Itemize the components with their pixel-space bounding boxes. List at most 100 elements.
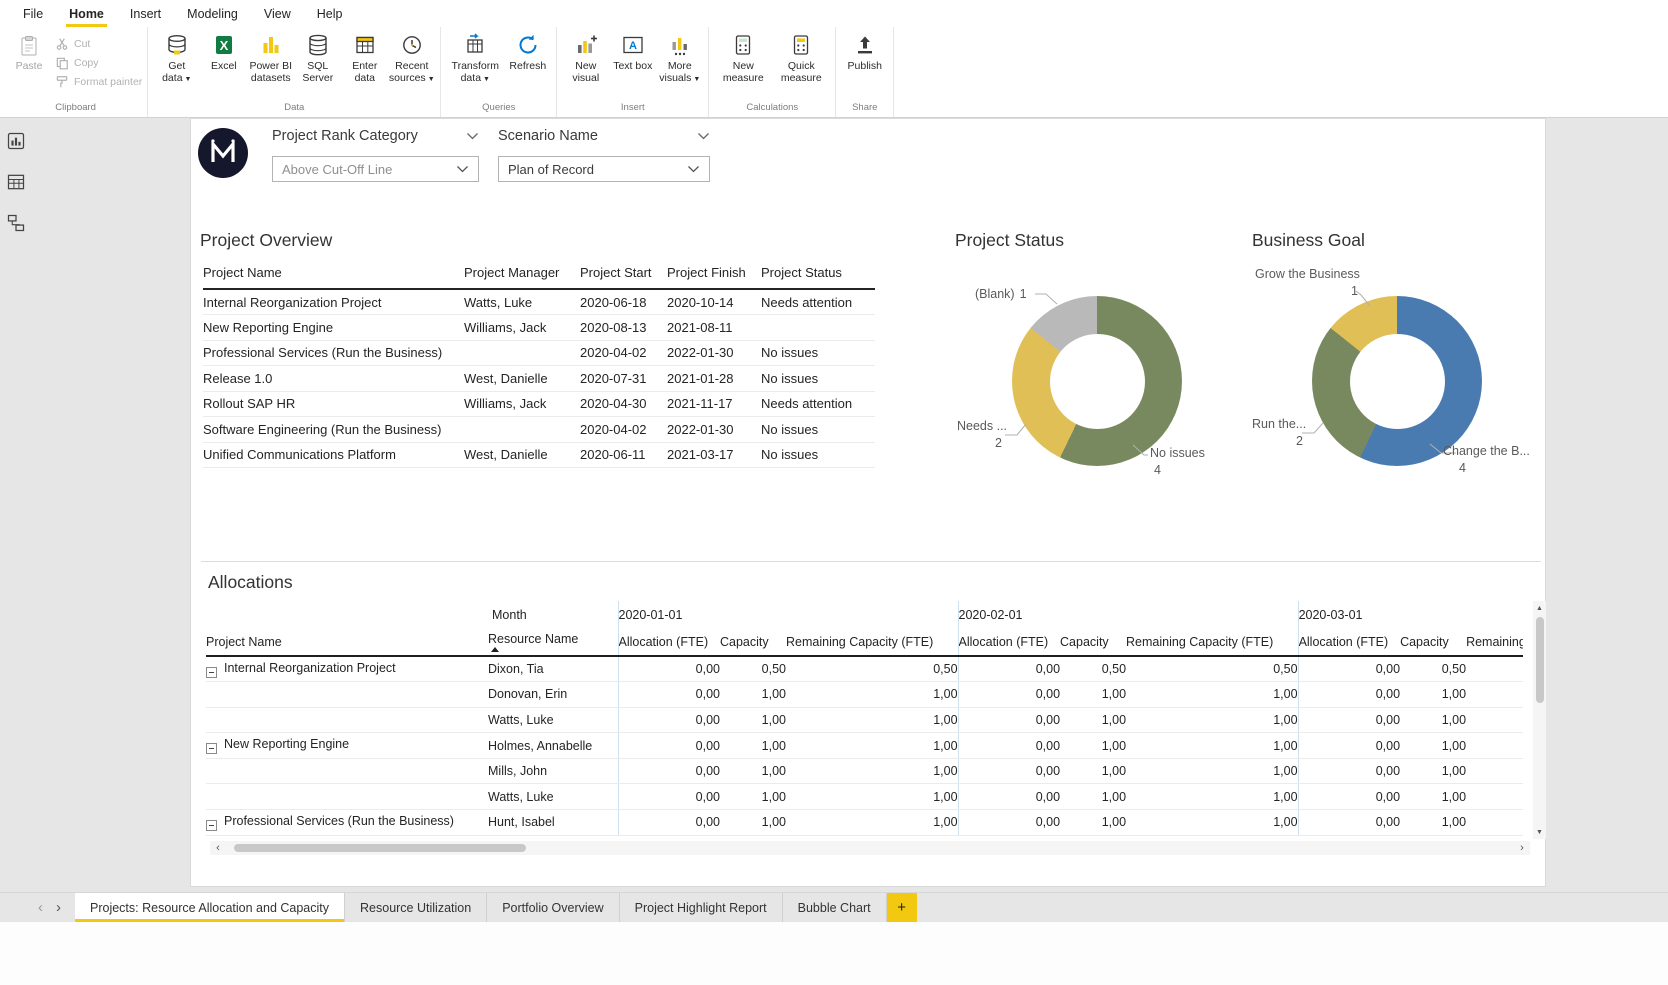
report-view-button[interactable]: [5, 130, 27, 152]
recent-sources-button[interactable]: Recent sources▼: [388, 30, 435, 85]
excel-button[interactable]: X Excel: [200, 30, 247, 73]
recent-sources-label: Recent sources▼: [388, 61, 435, 85]
previous-page-icon[interactable]: ‹: [38, 899, 43, 916]
new-measure-button[interactable]: New measure: [714, 30, 772, 84]
tab-projects-resource-allocation[interactable]: Projects: Resource Allocation and Capaci…: [75, 893, 345, 922]
business-goal-title: Business Goal: [1252, 229, 1365, 251]
copy-button: Copy: [55, 56, 142, 70]
refresh-button[interactable]: Refresh: [504, 30, 551, 73]
ribbon-group-data: Get data▼ X Excel Power BI datasets: [148, 27, 441, 117]
group-label-insert: Insert: [562, 102, 703, 117]
table-row[interactable]: New Reporting EngineWilliams, Jack2020-0…: [203, 315, 875, 341]
dropdown-caret-icon: ▼: [483, 76, 490, 83]
scrollbar-thumb[interactable]: [234, 844, 526, 852]
month-group-header: 2020-02-01: [958, 601, 1298, 628]
column-header[interactable]: Remaining Capacity (FTE): [1126, 628, 1298, 656]
data-view-button[interactable]: [5, 171, 27, 193]
excel-icon: X: [211, 32, 237, 58]
svg-text:X: X: [219, 38, 228, 53]
enter-data-button[interactable]: Enter data: [341, 30, 388, 84]
column-header[interactable]: Project Status: [761, 257, 875, 289]
business-goal-donut[interactable]: [1312, 296, 1482, 466]
matrix-row[interactable]: Watts, Luke 0,001,001,00 0,001,001,00 0,…: [206, 707, 1523, 733]
scrollbar-thumb[interactable]: [1536, 617, 1544, 703]
menu-help[interactable]: Help: [304, 0, 356, 27]
tab-project-highlight-report[interactable]: Project Highlight Report: [620, 893, 783, 922]
table-row[interactable]: Unified Communications PlatformWest, Dan…: [203, 442, 875, 468]
month-group-header: 2020-03-01: [1298, 601, 1523, 628]
collapse-icon[interactable]: [206, 667, 217, 678]
tab-portfolio-overview[interactable]: Portfolio Overview: [487, 893, 619, 922]
column-header[interactable]: Remaining Capacity (FTE): [786, 628, 958, 656]
menu-modeling[interactable]: Modeling: [174, 0, 251, 27]
scroll-right-icon[interactable]: ›: [1514, 842, 1530, 854]
column-header-sorted[interactable]: Resource Name: [488, 628, 618, 656]
transform-data-button[interactable]: Transform data▼: [446, 30, 504, 85]
slicer-title-project-rank: Project Rank Category: [272, 126, 479, 146]
workspace: Project Rank Category Above Cut-Off Line…: [0, 118, 1668, 892]
column-header[interactable]: Project Manager: [464, 257, 580, 289]
new-visual-label: New visual: [562, 61, 609, 84]
menu-insert[interactable]: Insert: [117, 0, 174, 27]
copy-label: Copy: [74, 57, 99, 69]
chevron-down-icon[interactable]: [697, 132, 710, 140]
project-status-donut[interactable]: [1012, 296, 1182, 466]
column-header[interactable]: Allocation (FTE): [1298, 628, 1400, 656]
excel-label: Excel: [211, 61, 237, 73]
slicer-dropdown-scenario[interactable]: Plan of Record: [498, 156, 710, 182]
publish-button[interactable]: Publish: [841, 30, 888, 73]
powerbi-datasets-icon: [258, 32, 284, 58]
column-header[interactable]: Remaining Capacity (FTE): [1466, 628, 1523, 656]
matrix-row[interactable]: Donovan, Erin 0,001,001,00 0,001,001,00 …: [206, 682, 1523, 708]
business-goal-chart: Grow the Business 1 Run the... 2 Change …: [1247, 249, 1547, 499]
menu-view[interactable]: View: [251, 0, 304, 27]
column-header[interactable]: Capacity: [720, 628, 786, 656]
column-header[interactable]: Capacity: [1060, 628, 1126, 656]
matrix-row[interactable]: Professional Services (Run the Business)…: [206, 810, 1523, 836]
menu-home[interactable]: Home: [56, 0, 117, 27]
dropdown-caret-icon: ▼: [693, 76, 700, 83]
copy-icon: [55, 56, 69, 70]
enter-data-icon: [352, 32, 378, 58]
table-row[interactable]: Rollout SAP HRWilliams, Jack2020-04-3020…: [203, 391, 875, 417]
column-header[interactable]: Project Name: [203, 257, 464, 289]
tab-navigation: ‹ ›: [0, 893, 75, 922]
column-header[interactable]: Allocation (FTE): [958, 628, 1060, 656]
vertical-scrollbar[interactable]: ▲ ▼: [1533, 601, 1546, 839]
scroll-up-icon[interactable]: ▲: [1533, 601, 1546, 615]
new-visual-button[interactable]: New visual: [562, 30, 609, 84]
matrix-row[interactable]: New Reporting Engine Holmes, Annabelle 0…: [206, 733, 1523, 759]
matrix-row[interactable]: Watts, Luke 0,001,001,00 0,001,001,00 0,…: [206, 784, 1523, 810]
menu-file[interactable]: File: [10, 0, 56, 27]
chevron-down-icon[interactable]: [466, 132, 479, 140]
text-box-button[interactable]: A Text box: [609, 30, 656, 73]
horizontal-scrollbar[interactable]: ‹ ›: [210, 841, 1530, 855]
powerbi-datasets-button[interactable]: Power BI datasets: [247, 30, 294, 84]
model-view-button[interactable]: [5, 212, 27, 234]
quick-measure-button[interactable]: Quick measure: [772, 30, 830, 84]
sql-server-button[interactable]: SQL Server: [294, 30, 341, 84]
column-header[interactable]: Project Name: [206, 628, 488, 656]
column-header[interactable]: Capacity: [1400, 628, 1466, 656]
next-page-icon[interactable]: ›: [56, 899, 61, 916]
tab-bubble-chart[interactable]: Bubble Chart: [783, 893, 887, 922]
tab-resource-utilization[interactable]: Resource Utilization: [345, 893, 487, 922]
table-row[interactable]: Professional Services (Run the Business)…: [203, 340, 875, 366]
table-row[interactable]: Release 1.0West, Danielle2020-07-312021-…: [203, 366, 875, 392]
more-visuals-button[interactable]: More visuals▼: [656, 30, 703, 85]
table-row[interactable]: Internal Reorganization ProjectWatts, Lu…: [203, 289, 875, 315]
slicer-dropdown-project-rank[interactable]: Above Cut-Off Line: [272, 156, 479, 182]
collapse-icon[interactable]: [206, 820, 217, 831]
column-header[interactable]: Allocation (FTE): [618, 628, 720, 656]
get-data-button[interactable]: Get data▼: [153, 30, 200, 85]
add-page-button[interactable]: +: [887, 893, 917, 922]
table-row[interactable]: Software Engineering (Run the Business)2…: [203, 417, 875, 443]
column-header[interactable]: Project Finish: [667, 257, 761, 289]
matrix-row[interactable]: Internal Reorganization Project Dixon, T…: [206, 656, 1523, 682]
scroll-down-icon[interactable]: ▼: [1533, 825, 1546, 839]
paste-icon: [17, 34, 41, 58]
scroll-left-icon[interactable]: ‹: [210, 842, 226, 854]
collapse-icon[interactable]: [206, 743, 217, 754]
matrix-row[interactable]: Mills, John 0,001,001,00 0,001,001,00 0,…: [206, 758, 1523, 784]
column-header[interactable]: Project Start: [580, 257, 667, 289]
